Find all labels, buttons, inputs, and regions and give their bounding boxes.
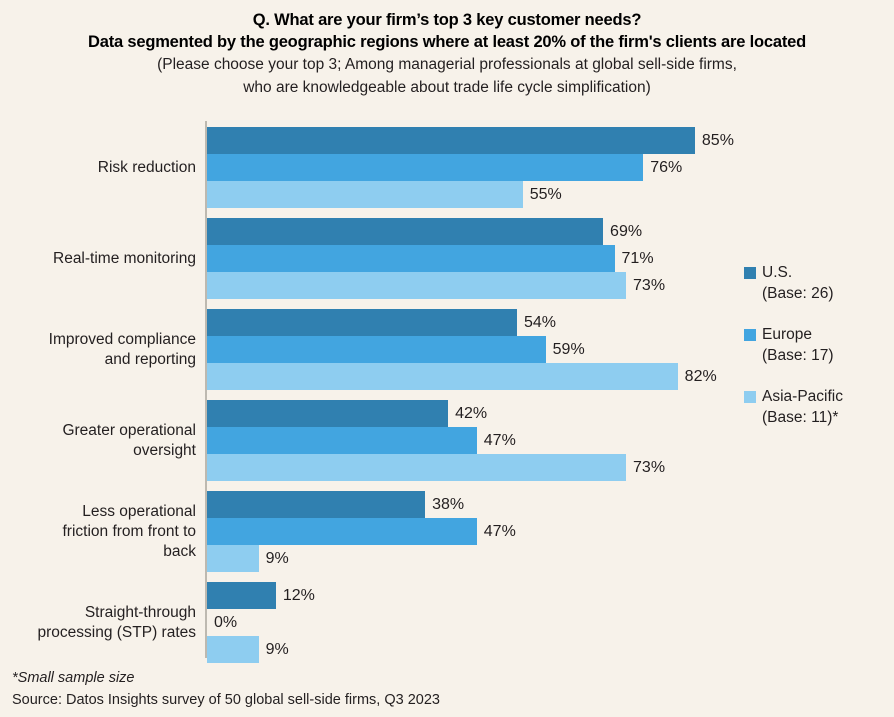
bar-asia-pacific[interactable]	[207, 181, 523, 208]
bar-value-label: 54%	[523, 314, 556, 331]
bar-u-s[interactable]	[207, 218, 604, 245]
page-title-line-2: Data segmented by the geographic regions…	[88, 33, 806, 51]
bar-value-label: 73%	[633, 277, 666, 294]
bar-value-label: 0%	[214, 614, 238, 631]
category-label: Straight-through processing (STP) rates	[0, 603, 197, 643]
legend-series-base: (Base: 11)*	[762, 409, 839, 426]
category-label-line: Greater operational	[62, 421, 196, 439]
bar-row: 9%	[207, 545, 894, 572]
category-label-line: and reporting	[104, 350, 196, 368]
bar-row: 38%	[207, 491, 894, 518]
bar-u-s[interactable]	[207, 491, 426, 518]
bar-asia-pacific[interactable]	[207, 636, 259, 663]
bar-row: 9%	[207, 636, 894, 663]
bar-value-label: 47%	[483, 432, 516, 449]
bar-value-label: 73%	[633, 459, 666, 476]
category-label: Greater operational oversight	[0, 421, 196, 461]
category-label-line: Improved compliance	[48, 330, 196, 348]
bar-europe[interactable]	[207, 518, 477, 545]
category-label-line: oversight	[133, 441, 196, 459]
legend-series-name: U.S.	[762, 264, 793, 281]
legend-series-base: (Base: 26)	[762, 285, 834, 302]
category-label: Less operational friction from front to ba…	[0, 502, 196, 562]
bar-u-s[interactable]	[207, 400, 449, 427]
legend-label: U.S. (Base: 26)	[744, 262, 894, 304]
page-subtitle-line-1: (Please choose your top 3; Among manager…	[157, 56, 737, 73]
bar-asia-pacific[interactable]	[207, 545, 259, 572]
legend-item[interactable]: Europe (Base: 17)	[744, 324, 894, 366]
chart-footer: *Small sample size Source: Datos Insight…	[12, 668, 882, 711]
bar-row: 12%	[207, 582, 894, 609]
legend-swatch-icon	[744, 267, 756, 279]
legend-label: Europe (Base: 17)	[744, 324, 894, 366]
source-line: Source: Datos Insights survey of 50 glob…	[12, 692, 440, 708]
bar-value-label: 76%	[650, 159, 683, 176]
legend-item[interactable]: U.S. (Base: 26)	[744, 262, 894, 304]
category-label-line: friction from front to	[62, 522, 196, 540]
bar-europe[interactable]	[207, 245, 615, 272]
bar-value-label: 9%	[265, 550, 289, 567]
category-label: Improved compliance and reporting	[0, 330, 196, 370]
bar-value-label: 55%	[529, 186, 562, 203]
bar-europe[interactable]	[207, 154, 644, 181]
legend-label: Asia-Pacific (Base: 11)*	[744, 386, 894, 428]
bar-u-s[interactable]	[207, 309, 517, 336]
category-label: Risk reduction	[0, 158, 196, 178]
bar-value-label: 42%	[455, 405, 488, 422]
bar-row: 69%	[207, 218, 894, 245]
bar-value-label: 82%	[684, 368, 717, 385]
bar-row: 85%	[207, 127, 894, 154]
category-label-line: back	[163, 542, 196, 560]
category-axis-labels: Risk reduction Real-time monitoring Improv…	[0, 118, 197, 658]
category-label-line: processing (STP) rates	[37, 623, 197, 641]
bar-value-label: 69%	[610, 223, 643, 240]
bar-value-label: 85%	[701, 132, 734, 149]
category-label-line: Straight-through	[84, 603, 196, 621]
bar-row: 73%	[207, 454, 894, 481]
bar-u-s[interactable]	[207, 582, 276, 609]
category-label: Real-time monitoring	[0, 249, 196, 269]
legend-series-base: (Base: 17)	[762, 347, 834, 364]
legend-item[interactable]: Asia-Pacific (Base: 11)*	[744, 386, 894, 428]
legend-series-name: Europe	[762, 326, 812, 343]
bar-value-label: 47%	[483, 523, 516, 540]
category-label-line: Real-time monitoring	[53, 249, 196, 267]
legend-swatch-icon	[744, 329, 756, 341]
bar-u-s[interactable]	[207, 127, 695, 154]
bar-value-label: 59%	[552, 341, 585, 358]
bar-row: 0%	[207, 609, 894, 636]
bar-row: 76%	[207, 154, 894, 181]
category-label-line: Less operational	[82, 502, 196, 520]
bar-value-label: 38%	[432, 496, 465, 513]
footnote-small-sample: *Small sample size	[12, 670, 135, 686]
bar-row: 55%	[207, 181, 894, 208]
bar-asia-pacific[interactable]	[207, 363, 678, 390]
page-subtitle-line-2: who are knowledgeable about trade life c…	[243, 79, 651, 96]
bar-asia-pacific[interactable]	[207, 272, 627, 299]
bar-europe[interactable]	[207, 336, 546, 363]
bar-value-label: 9%	[265, 641, 289, 658]
legend-series-name: Asia-Pacific	[762, 388, 843, 405]
chart-header: Q. What are your firm’s top 3 key custom…	[0, 0, 894, 99]
category-label-line: Risk reduction	[97, 158, 196, 176]
bar-asia-pacific[interactable]	[207, 454, 627, 481]
bar-value-label: 12%	[282, 587, 315, 604]
bar-europe[interactable]	[207, 427, 477, 454]
bar-row: 47%	[207, 518, 894, 545]
page-title-line-1: Q. What are your firm’s top 3 key custom…	[252, 11, 642, 29]
bar-value-label: 71%	[621, 250, 654, 267]
legend-swatch-icon	[744, 391, 756, 403]
chart-legend: U.S. (Base: 26) Europe (Base: 17) Asia-Pacif…	[744, 262, 894, 448]
